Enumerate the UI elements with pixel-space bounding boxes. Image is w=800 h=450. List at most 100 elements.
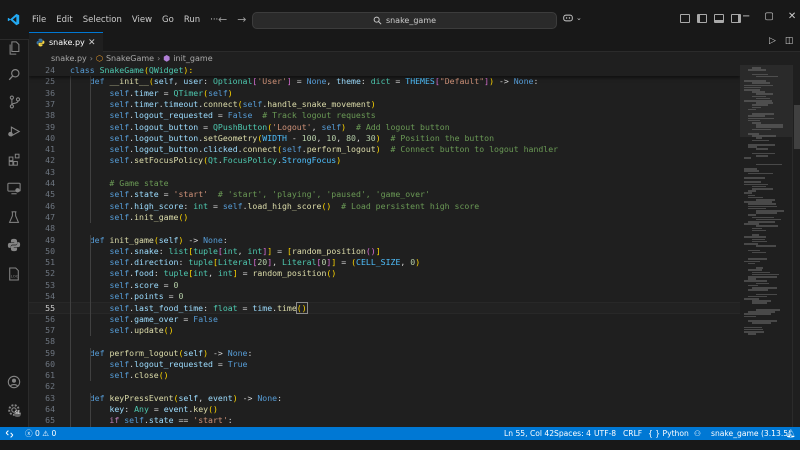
split-editor-icon[interactable]: ◫ <box>785 36 794 46</box>
chevron-right-icon: › <box>89 54 93 63</box>
maximize-icon[interactable]: ▢ <box>764 11 773 22</box>
code-line[interactable]: 43 <box>29 167 740 178</box>
code-text: self.food: tuple[int, int] = random_posi… <box>70 268 336 279</box>
output-log-icon[interactable]: LOG <box>6 266 22 282</box>
code-line[interactable]: 63 def keyPressEvent(self, event) -> Non… <box>29 393 740 404</box>
run-debug-icon[interactable] <box>6 123 22 139</box>
file-encoding[interactable]: UTF-8 <box>594 427 616 440</box>
code-line[interactable]: 40 self.logout_button.setGeometry(WIDTH … <box>29 133 740 144</box>
account-icon[interactable] <box>6 374 22 390</box>
code-text: class SnakeGame(QWidget): <box>70 65 193 76</box>
code-token: False <box>227 110 253 121</box>
code-line[interactable]: 51 self.direction: tuple[Literal[20], Li… <box>29 257 740 268</box>
line-number: 36 <box>45 87 55 98</box>
code-token: , <box>311 121 322 132</box>
remote-indicator-icon[interactable] <box>0 427 18 440</box>
code-line[interactable]: 58 <box>29 336 740 347</box>
sticky-scroll-header[interactable]: 24 class SnakeGame(QWidget): <box>29 65 740 76</box>
toggle-secondary-sidebar-icon[interactable] <box>731 14 741 23</box>
run-python-file-icon[interactable]: ▷ <box>769 36 776 46</box>
breadcrumb-method[interactable]: init_game <box>173 54 212 63</box>
language-mode[interactable]: { } Python <box>648 427 689 440</box>
line-number: 52 <box>45 268 55 279</box>
explorer-icon[interactable] <box>6 40 22 56</box>
go-back-icon[interactable]: ← <box>218 13 227 26</box>
copilot-status-icon[interactable]: ⚇ <box>694 427 701 440</box>
code-line[interactable]: 48 <box>29 223 740 234</box>
python-interpreter[interactable]: snake_game (3.13.5) <box>711 427 791 440</box>
code-line[interactable]: 46 self.high_score: int = self.load_high… <box>29 201 740 212</box>
code-token: self <box>153 76 174 87</box>
tab-snake-py[interactable]: snake.py ✕ <box>29 32 103 52</box>
source-control-icon[interactable] <box>6 94 22 110</box>
cursor-position[interactable]: Ln 55, Col 42 <box>504 427 554 440</box>
search-view-icon[interactable] <box>6 66 22 82</box>
code-line[interactable]: 47 self.init_game() <box>29 212 740 223</box>
code-line[interactable]: 55 self.last_food_time: float = time.tim… <box>29 302 740 315</box>
manage-gear-icon[interactable]: SL <box>6 402 22 418</box>
code-token: __init__ <box>109 76 149 87</box>
code-token: 'start' <box>193 415 228 426</box>
code-line[interactable]: 50 self.snake: list[tuple[int, int]] = [… <box>29 246 740 257</box>
toggle-primary-sidebar-icon[interactable] <box>697 14 707 23</box>
code-line[interactable]: 36 self.timer = QTimer(self) <box>29 88 740 99</box>
testing-icon[interactable] <box>6 209 22 225</box>
breadcrumb-class[interactable]: SnakeGame <box>106 54 154 63</box>
scrollbar-thumb[interactable] <box>794 105 800 149</box>
code-token: logout_requested <box>134 110 213 121</box>
code-line[interactable]: 24 class SnakeGame(QWidget): <box>29 65 740 76</box>
code-line[interactable]: 44 # Game state <box>29 178 740 189</box>
code-line[interactable]: 62 <box>29 381 740 392</box>
code-token: self <box>109 121 130 132</box>
breadcrumb-file[interactable]: snake.py <box>51 54 87 63</box>
minimize-icon[interactable]: − <box>742 11 750 22</box>
end-of-line[interactable]: CRLF <box>623 427 642 440</box>
toggle-panel-icon[interactable] <box>714 14 724 23</box>
customize-layout-icon[interactable] <box>680 14 690 23</box>
close-tab-icon[interactable]: ✕ <box>88 38 96 48</box>
code-line[interactable]: 64 key: Any = event.key() <box>29 404 740 415</box>
code-line[interactable]: 25 def __init__(self, user: Optional['Us… <box>29 76 740 87</box>
code-token: last_food_time <box>134 303 204 314</box>
go-forward-icon[interactable]: → <box>237 13 246 26</box>
code-line[interactable]: 59 def perform_logout(self) -> None: <box>29 348 740 359</box>
extensions-icon[interactable] <box>6 151 22 167</box>
code-line[interactable]: 49 def init_game(self) -> None: <box>29 235 740 246</box>
python-icon[interactable] <box>6 237 22 253</box>
code-token: clicked <box>203 144 238 155</box>
code-line[interactable]: 53 self.score = 0 <box>29 280 740 291</box>
code-token: 80 <box>346 132 356 143</box>
indentation[interactable]: Spaces: 4 <box>554 427 591 440</box>
code-line[interactable]: 41 self.logout_button.clicked.connect(se… <box>29 144 740 155</box>
vertical-scrollbar[interactable] <box>792 65 800 427</box>
code-line[interactable]: 57 self.update() <box>29 325 740 336</box>
problems-indicator[interactable]: ⓧ 0 ⚠ 0 <box>25 427 56 440</box>
minimap[interactable] <box>740 65 792 427</box>
code-token: logout_button <box>134 121 199 132</box>
code-line[interactable]: 45 self.state = 'start' # 'start', 'play… <box>29 189 740 200</box>
code-line[interactable]: 52 self.food: tuple[int, int] = random_p… <box>29 268 740 279</box>
code-line[interactable]: 65 if self.state == 'start': <box>29 415 740 426</box>
code-line[interactable]: 42 self.setFocusPolicy(Qt.FocusPolicy.St… <box>29 155 740 166</box>
code-text: self.logout_requested = False # Track lo… <box>70 110 375 121</box>
remote-explorer-icon[interactable] <box>6 180 22 196</box>
code-token: ) <box>227 87 233 98</box>
code-line[interactable]: 54 self.points = 0 <box>29 291 740 302</box>
code-token: self <box>109 110 130 121</box>
code-token: self <box>158 234 179 245</box>
code-editor[interactable]: 24 class SnakeGame(QWidget): 25 def __init… <box>29 65 740 427</box>
code-line[interactable]: 60 self.logout_requested = True <box>29 359 740 370</box>
notifications-bell-icon[interactable]: 🔔︎ <box>786 427 796 440</box>
code-line[interactable]: 61 self.close() <box>29 370 740 381</box>
code-token: init_game <box>109 234 154 245</box>
command-center-search[interactable]: snake_game <box>252 12 557 29</box>
code-token: 0 <box>173 279 179 290</box>
code-line[interactable]: 38 self.logout_requested = False # Track… <box>29 110 740 121</box>
code-line[interactable]: 39 self.logout_button = QPushButton('Log… <box>29 122 740 133</box>
code-token: Literal <box>217 257 253 268</box>
code-token: ) <box>370 98 376 109</box>
code-line[interactable]: 37 self.timer.timeout.connect(self.handl… <box>29 99 740 110</box>
copilot-button[interactable]: ⌄ <box>562 13 582 23</box>
code-line[interactable]: 56 self.game_over = False <box>29 314 740 325</box>
close-window-icon[interactable]: ✕ <box>788 11 796 22</box>
